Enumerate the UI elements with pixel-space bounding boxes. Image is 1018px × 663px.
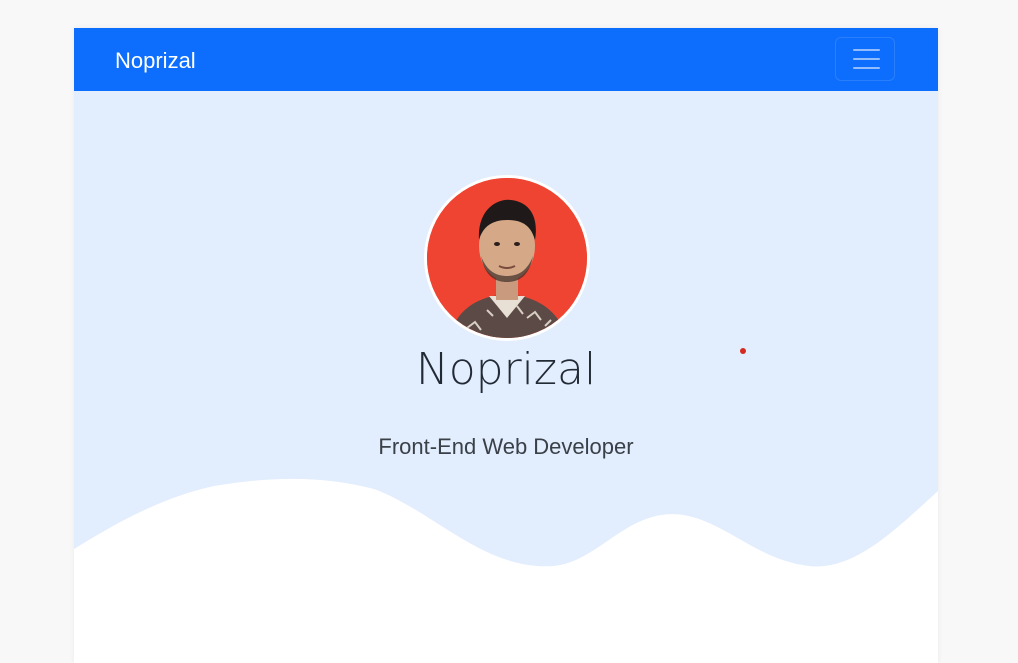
hero-role: Front-End Web Developer bbox=[378, 434, 634, 459]
navbar-toggler-button[interactable] bbox=[835, 37, 895, 81]
person-portrait-icon bbox=[427, 178, 587, 338]
decorative-red-dot bbox=[740, 348, 746, 354]
hero-name: Noprizal bbox=[415, 344, 597, 395]
hero-section: Noprizal Front-End Web Developer bbox=[74, 91, 938, 663]
navbar: Noprizal bbox=[74, 28, 938, 91]
page-frame: Noprizal Noprizal Front-End Web Develope… bbox=[74, 28, 938, 663]
navbar-brand[interactable]: Noprizal bbox=[115, 48, 196, 74]
profile-avatar bbox=[424, 175, 590, 341]
